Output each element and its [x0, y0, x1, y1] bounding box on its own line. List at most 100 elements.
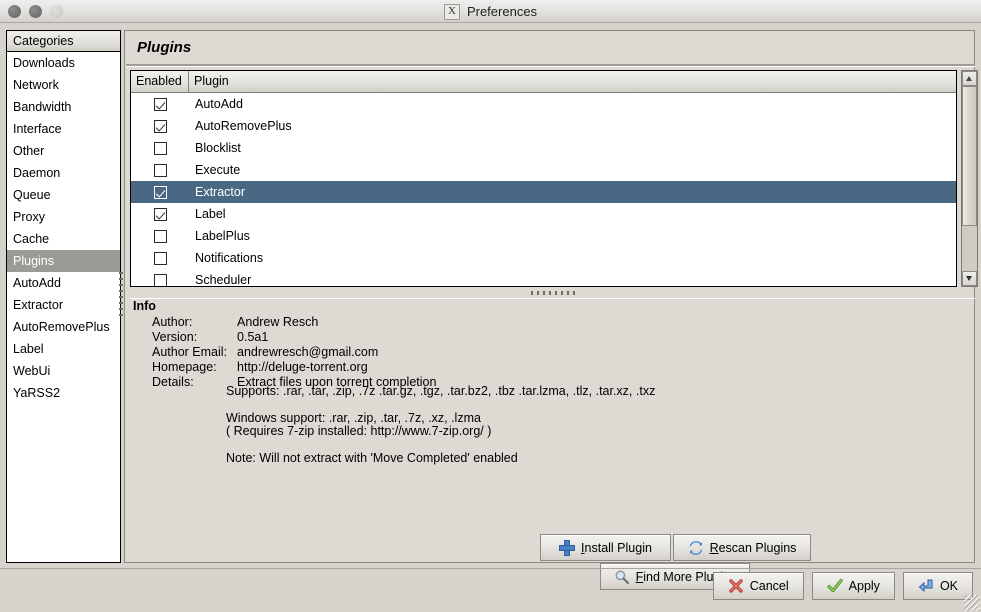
- window-title-group: X Preferences: [0, 0, 981, 23]
- preferences-window: X Preferences Categories Downloads Networ…: [0, 0, 981, 612]
- plugin-enabled-checkbox[interactable]: [153, 207, 167, 221]
- sidebar-item-label: Cache: [13, 232, 50, 246]
- categories-list[interactable]: Downloads Network Bandwidth Interface Other D…: [7, 52, 120, 404]
- sidebar-item-interface[interactable]: Interface: [7, 118, 120, 140]
- sidebar-item-label: Other: [13, 144, 45, 158]
- plugins-table-body[interactable]: AutoAdd AutoRemovePlus Blocklist Execute Ext…: [131, 93, 956, 287]
- plugin-enabled-checkbox[interactable]: [153, 273, 167, 286]
- sidebar-item-autoremoveplus[interactable]: AutoRemovePlus: [7, 316, 120, 338]
- rescan-plugins-button[interactable]: Rescan Plugins: [673, 534, 811, 561]
- sidebar-item-downloads[interactable]: Downloads: [7, 52, 120, 74]
- categories-sidebar[interactable]: Categories Downloads Network Bandwidth Inte…: [6, 30, 121, 563]
- description-note: Note: Will not extract with 'Move Comple…: [226, 450, 518, 465]
- search-icon: [614, 569, 630, 585]
- plugin-enabled-checkbox[interactable]: [153, 251, 167, 265]
- column-header-plugin[interactable]: Plugin: [189, 71, 956, 92]
- scroll-up-arrow-icon[interactable]: [962, 71, 977, 86]
- info-fields-table: Author: Andrew Resch Version: 0.5a1 Author E…: [152, 315, 436, 390]
- heading-divider: [126, 64, 975, 67]
- description-supports: Supports: .rar, .tar, .zip, .7z .tar.gz,…: [226, 384, 656, 398]
- scroll-down-arrow-icon[interactable]: [962, 271, 977, 286]
- cancel-label: Cancel: [749, 579, 789, 593]
- sidebar-item-label: Downloads: [13, 56, 75, 70]
- enabled-cell: [131, 119, 189, 133]
- info-field-key: Version:: [152, 330, 198, 344]
- dialog-button-bar: Cancel Apply OK: [712, 572, 973, 600]
- vertical-splitter-grip-icon[interactable]: [119, 272, 123, 318]
- plugin-enabled-checkbox[interactable]: [153, 163, 167, 177]
- checkmark-icon: [827, 578, 843, 594]
- sidebar-item-label: Label: [13, 342, 44, 356]
- sidebar-item-label: AutoRemovePlus: [13, 320, 110, 334]
- info-field-row: Author: Andrew Resch: [152, 315, 436, 330]
- plugin-enabled-checkbox[interactable]: [153, 185, 167, 199]
- window-resize-grip[interactable]: [964, 595, 980, 611]
- categories-header: Categories: [7, 31, 120, 52]
- window-titlebar: X Preferences: [0, 0, 981, 23]
- rescan-plugins-label: Rescan Plugins: [709, 540, 797, 555]
- enabled-cell: [131, 229, 189, 243]
- cancel-x-icon: [728, 578, 744, 594]
- window-title: Preferences: [466, 4, 538, 19]
- sidebar-item-label: YaRSS2: [13, 386, 61, 400]
- sidebar-item-extractor[interactable]: Extractor: [7, 294, 120, 316]
- plugin-enabled-checkbox[interactable]: [153, 141, 167, 155]
- sidebar-item-label: Proxy: [13, 210, 45, 224]
- table-row[interactable]: AutoRemovePlus: [131, 115, 956, 137]
- table-row[interactable]: Scheduler: [131, 269, 956, 287]
- plugins-list-scrollbar[interactable]: [961, 70, 978, 287]
- info-field-value: http://deluge-torrent.org: [237, 360, 368, 374]
- sidebar-item-label: Daemon: [13, 166, 61, 180]
- install-plugin-button[interactable]: Install Plugin: [540, 534, 671, 561]
- ok-button[interactable]: OK: [902, 572, 973, 600]
- footer-divider: [0, 568, 981, 569]
- sidebar-item-proxy[interactable]: Proxy: [7, 206, 120, 228]
- refresh-icon: [688, 540, 704, 556]
- plugin-description: Supports: .rar, .tar, .zip, .7z .tar.gz,…: [226, 384, 656, 478]
- sidebar-item-other[interactable]: Other: [7, 140, 120, 162]
- description-windows-line1: Windows support: .rar, .zip, .tar, .7z, …: [226, 410, 481, 425]
- table-row[interactable]: Label: [131, 203, 956, 225]
- cancel-button[interactable]: Cancel: [712, 572, 804, 600]
- table-row[interactable]: AutoAdd: [131, 93, 956, 115]
- plugin-name: Notifications: [195, 251, 264, 265]
- sidebar-item-queue[interactable]: Queue: [7, 184, 120, 206]
- sidebar-item-daemon[interactable]: Daemon: [7, 162, 120, 184]
- plugin-enabled-checkbox[interactable]: [153, 229, 167, 243]
- table-row[interactable]: Execute: [131, 159, 956, 181]
- table-row[interactable]: Extractor: [131, 181, 956, 203]
- sidebar-item-label: Bandwidth: [13, 100, 72, 114]
- plugins-table[interactable]: Enabled Plugin AutoAdd AutoRemovePlus Bloc…: [130, 70, 957, 287]
- sidebar-item-autoadd[interactable]: AutoAdd: [7, 272, 120, 294]
- info-field-value: andrewresch@gmail.com: [237, 345, 379, 359]
- sidebar-item-label[interactable]: Label: [7, 338, 120, 360]
- plugin-name: Scheduler: [195, 273, 252, 287]
- info-field-row: Version: 0.5a1: [152, 330, 436, 345]
- sidebar-item-cache[interactable]: Cache: [7, 228, 120, 250]
- info-field-value: 0.5a1: [237, 330, 269, 344]
- table-row[interactable]: LabelPlus: [131, 225, 956, 247]
- scrollbar-thumb[interactable]: [962, 86, 977, 226]
- sidebar-item-network[interactable]: Network: [7, 74, 120, 96]
- sidebar-item-bandwidth[interactable]: Bandwidth: [7, 96, 120, 118]
- table-row[interactable]: Notifications: [131, 247, 956, 269]
- plugin-name: Execute: [195, 163, 241, 177]
- table-row[interactable]: Blocklist: [131, 137, 956, 159]
- x-window-icon: X: [443, 3, 460, 20]
- sidebar-item-webui[interactable]: WebUi: [7, 360, 120, 382]
- info-field-value: Andrew Resch: [237, 315, 319, 329]
- plugin-enabled-checkbox[interactable]: [153, 119, 167, 133]
- plugins-table-header: Enabled Plugin: [131, 71, 956, 93]
- horizontal-splitter[interactable]: [130, 289, 975, 298]
- sidebar-item-yarss2[interactable]: YaRSS2: [7, 382, 120, 404]
- plugin-name: Blocklist: [195, 141, 241, 155]
- enabled-cell: [131, 141, 189, 155]
- apply-button[interactable]: Apply: [811, 572, 895, 600]
- enabled-cell: [131, 251, 189, 265]
- plugin-enabled-checkbox[interactable]: [153, 97, 167, 111]
- column-header-enabled[interactable]: Enabled: [131, 71, 189, 92]
- info-field-key: Homepage:: [152, 360, 217, 374]
- sidebar-item-label: AutoAdd: [13, 276, 61, 290]
- splitter-grip-icon: [530, 291, 575, 295]
- sidebar-item-plugins[interactable]: Plugins: [7, 250, 120, 272]
